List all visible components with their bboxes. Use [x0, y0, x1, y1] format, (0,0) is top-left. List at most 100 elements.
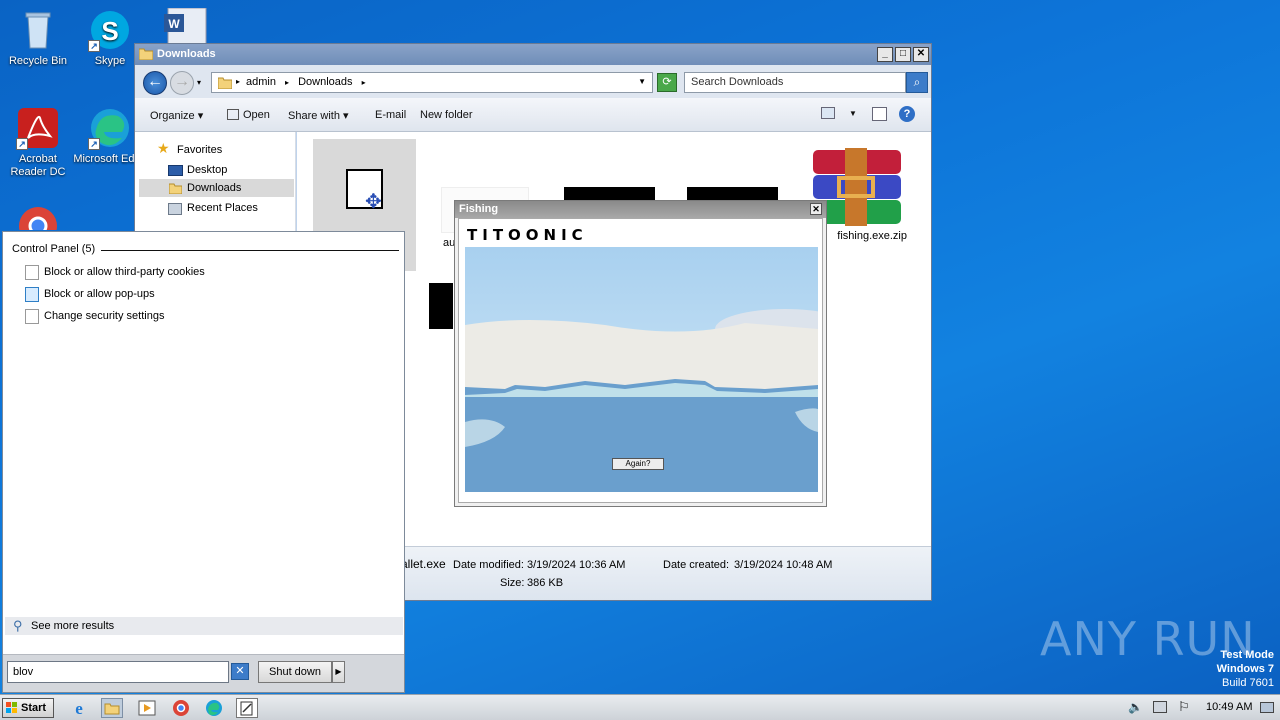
nav-favorites[interactable]: Favorites	[177, 141, 222, 159]
new-folder-button[interactable]: New folder	[420, 109, 473, 121]
black-thumbnail-3[interactable]	[429, 283, 453, 329]
clock[interactable]: 10:49 AM	[1206, 701, 1252, 713]
shut-down-button[interactable]: Shut down	[258, 661, 332, 683]
organize-button[interactable]: Organize ▾	[150, 109, 203, 122]
media-player-icon[interactable]	[136, 698, 158, 718]
breadcrumb-separator-icon: ▸	[285, 78, 290, 87]
chrome-icon[interactable]	[170, 698, 192, 718]
result-change-security-settings[interactable]: Change security settings	[25, 306, 164, 326]
game-scene[interactable]: Again?	[465, 247, 818, 492]
fishing-titlebar[interactable]: Fishing ✕	[455, 201, 826, 218]
address-bar[interactable]: ▸ admin ▸ Downloads ▸ ▼	[211, 72, 653, 93]
downloads-folder-icon	[168, 182, 183, 195]
internet-explorer-icon[interactable]: e	[68, 698, 90, 718]
windows-version-line: Windows 7	[1216, 663, 1274, 675]
taskbar: Start e 🔈 ⚐ 10:49 AM	[0, 694, 1280, 720]
result-block-pop-ups[interactable]: Block or allow pop-ups	[25, 284, 155, 304]
control-panel-group-header: Control Panel (5)	[12, 243, 96, 255]
word-document-icon[interactable]: W	[164, 7, 210, 45]
close-button[interactable]: ✕	[913, 47, 929, 62]
notepad-taskbar-icon[interactable]	[236, 698, 258, 718]
nav-recent-places[interactable]: Recent Places	[187, 199, 258, 217]
titoonic-logo: TITOONIC	[467, 226, 588, 244]
search-input[interactable]: Search Downloads	[684, 72, 906, 93]
document-icon	[25, 309, 39, 324]
again-button[interactable]: Again?	[612, 458, 664, 470]
nav-desktop[interactable]: Desktop	[187, 161, 227, 179]
volume-icon[interactable]: 🔈	[1128, 700, 1143, 714]
acrobat-icon: ↗	[16, 106, 60, 150]
back-button[interactable]: ←	[143, 71, 167, 95]
acrobat-label: Acrobat Reader DC	[10, 153, 66, 178]
breadcrumb-downloads[interactable]: Downloads	[298, 76, 352, 88]
desktop-icon	[168, 165, 183, 176]
fishing-close-button[interactable]: ✕	[810, 203, 822, 215]
search-icon: ⚲	[13, 618, 23, 633]
refresh-button[interactable]: ⟳	[657, 73, 677, 92]
shortcut-arrow-icon: ↗	[88, 138, 100, 150]
open-icon	[227, 109, 239, 120]
explorer-taskbar-icon[interactable]	[101, 698, 123, 718]
start-menu-footer: blov ✕ Shut down ▶	[3, 654, 404, 692]
nav-downloads[interactable]: Downloads	[187, 179, 241, 197]
start-button[interactable]: Start	[2, 698, 54, 718]
build-line: Build 7601	[1222, 677, 1274, 689]
date-created-value: 3/19/2024 10:48 AM	[734, 559, 833, 571]
svg-text:e: e	[75, 699, 83, 718]
view-options-icon[interactable]	[821, 107, 835, 119]
date-created-label: Date created:	[663, 559, 730, 571]
shortcut-arrow-icon: ↗	[88, 40, 100, 52]
edge-icon: ↗	[88, 106, 132, 150]
start-search-input[interactable]: blov	[7, 661, 229, 683]
forward-button[interactable]: →	[170, 71, 194, 95]
folder-icon	[217, 76, 233, 90]
share-with-button[interactable]: Share with ▾	[288, 109, 349, 122]
maximize-button[interactable]: □	[895, 47, 911, 62]
clear-search-icon[interactable]: ✕	[231, 663, 249, 680]
fishing-content: TITOONIC Again?	[458, 218, 823, 503]
windows-flag-icon	[6, 702, 18, 714]
email-button[interactable]: E-mail	[375, 109, 406, 121]
recycle-bin-label: Recycle Bin	[8, 55, 68, 67]
open-button[interactable]: Open	[227, 109, 270, 121]
explorer-title: Downloads	[157, 48, 216, 60]
result-block-third-party-cookies[interactable]: Block or allow third-party cookies	[25, 262, 205, 282]
show-desktop-icon[interactable]	[1260, 702, 1274, 713]
test-mode-notice: Test Mode Windows 7 Build 7601	[1217, 648, 1274, 690]
star-icon: ★	[157, 140, 170, 156]
address-dropdown-icon[interactable]: ▼	[638, 77, 646, 86]
network-icon[interactable]	[1153, 701, 1167, 713]
size-label: Size:	[500, 577, 525, 589]
document-icon	[25, 265, 39, 280]
desktop-icon-recycle-bin[interactable]: Recycle Bin	[0, 8, 76, 68]
breadcrumb-admin[interactable]: admin	[246, 76, 276, 88]
see-more-results[interactable]: ⚲ See more results	[5, 617, 403, 635]
recent-places-icon	[168, 203, 182, 215]
start-menu: Control Panel (5) Block or allow third-p…	[2, 231, 405, 693]
preview-pane-icon[interactable]	[872, 107, 887, 121]
group-divider	[101, 250, 399, 251]
svg-text:S: S	[101, 16, 118, 46]
command-toolbar: Organize ▾ Open Share with ▾ E-mail New …	[135, 98, 931, 132]
navigation-pane: ★ Favorites Desktop Downloads Recent Pla…	[135, 132, 296, 232]
fishing-title: Fishing	[459, 203, 499, 215]
help-icon[interactable]: ?	[899, 106, 915, 122]
explorer-titlebar[interactable]: Downloads _ □ ✕	[135, 44, 931, 65]
gear-icon: ✥	[365, 191, 382, 213]
desktop-icon-acrobat[interactable]: ↗ Acrobat Reader DC	[0, 106, 76, 179]
search-icon[interactable]: ⌕	[906, 72, 928, 93]
chrome-desktop-icon[interactable]	[16, 204, 60, 230]
action-center-flag-icon[interactable]: ⚐	[1178, 699, 1190, 715]
view-dropdown-icon[interactable]: ▼	[849, 109, 857, 118]
breadcrumb-separator-icon: ▸	[361, 78, 366, 87]
edge-taskbar-icon[interactable]	[203, 698, 225, 718]
recycle-bin-icon	[16, 8, 60, 52]
size-value: 386 KB	[527, 577, 564, 589]
minimize-button[interactable]: _	[877, 47, 893, 62]
popup-blocker-icon	[25, 287, 39, 302]
history-dropdown-icon[interactable]: ▾	[197, 78, 201, 87]
skype-icon: S ↗	[88, 8, 132, 52]
shutdown-options-icon[interactable]: ▶	[332, 661, 345, 683]
svg-text:W: W	[168, 17, 180, 31]
shortcut-arrow-icon: ↗	[16, 138, 28, 150]
